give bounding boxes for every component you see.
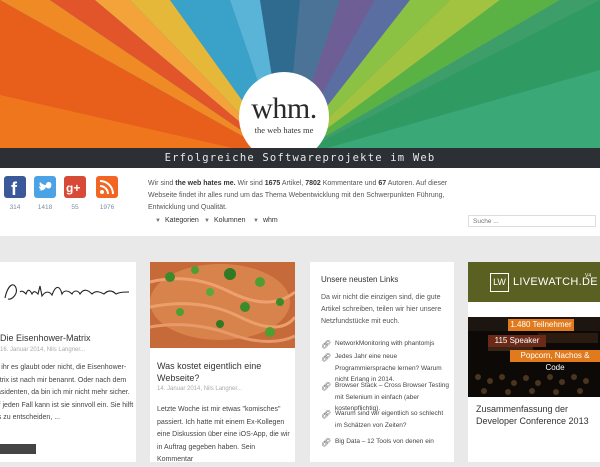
twitter-button[interactable] [34,176,56,198]
link-item[interactable]: 🔗︎ Warum sind wir eigentlich so schlecht … [321,408,451,431]
facebook-icon: f [11,179,18,198]
post-meta: 16. Januar 2014, Nils Langner... [0,347,86,353]
logo-word: whm. [251,92,317,125]
google-plus-button[interactable]: g+ [64,176,86,198]
google-plus-count: 55 [71,204,79,211]
post-title[interactable]: Zusammenfassung der Developer Conference… [476,403,600,427]
logo-tagline: the web hates me [254,125,314,135]
chevron-down-icon: ▼ [155,218,161,224]
post-title[interactable]: Was kostet eigentlich eine Webseite? [157,360,292,384]
chevron-down-icon: ▼ [204,218,210,224]
link-icon: 🔗︎ [321,410,332,419]
about-text: Wir sind the web hates me. Wir sind 1675… [148,180,448,211]
twitter-count: 1418 [37,204,53,211]
conference-image: 1.480 Teilnehmer 115 Speaker Popcorn, Na… [468,317,600,397]
link-icon: 🔗︎ [321,340,332,349]
google-plus-icon: g+ [66,181,80,195]
livewatch-version: V4 [585,273,592,279]
search-input[interactable] [468,215,596,227]
link-item[interactable]: 🔗︎ Big Data – 12 Tools von denen ein [321,436,451,448]
twitter-icon [39,182,52,191]
link-item[interactable]: 🔗︎ NetworkMonitoring with phantomjs [321,338,451,350]
rss-button[interactable] [96,176,118,198]
post-excerpt: Ob ihr es glaubt oder nicht, die Eisenho… [0,364,134,421]
links-card-title: Unsere neusten Links [321,275,399,284]
participants-badge: 1.480 Teilnehmer [508,319,574,331]
menu-kolumnen[interactable]: ▼ Kolumnen [204,217,245,224]
livewatch-banner[interactable]: LW LIVEWATCH.DE V4 [468,262,600,302]
facebook-count: 314 [9,204,21,211]
link-icon: 🔗︎ [321,353,332,362]
svg-text:g+: g+ [66,181,80,195]
read-more-button[interactable] [0,444,36,454]
livewatch-logo-box: LW [490,273,509,292]
chevron-down-icon: ▼ [253,218,259,224]
facebook-button[interactable]: f [4,176,26,198]
post-meta: 14. Januar 2014, Nils Langner... [157,386,243,392]
menu-whm[interactable]: ▼ whm [253,217,278,224]
link-icon: 🔗︎ [321,438,332,447]
link-icon: 🔗︎ [321,382,332,391]
menu-kategorien[interactable]: ▼ Kategorien [155,217,199,224]
eisenhower-signature-image [4,284,130,300]
rss-icon [99,180,114,195]
post-title[interactable]: Die Eisenhower-Matrix [0,333,91,343]
salmon-dish-image [150,262,295,348]
rss-count: 1976 [99,204,115,211]
popcorn-badge: Popcorn, Nachos & Code [510,350,600,372]
post-excerpt: Letzte Woche ist mir etwas "komisches" p… [157,406,290,463]
svg-text:f: f [11,179,18,198]
links-card-intro: Da wir nicht die einzigen sind, die gute… [321,294,442,325]
site-slogan: Erfolgreiche Softwareprojekte im Web [0,148,600,168]
speakers-badge: 115 Speaker [488,335,546,347]
